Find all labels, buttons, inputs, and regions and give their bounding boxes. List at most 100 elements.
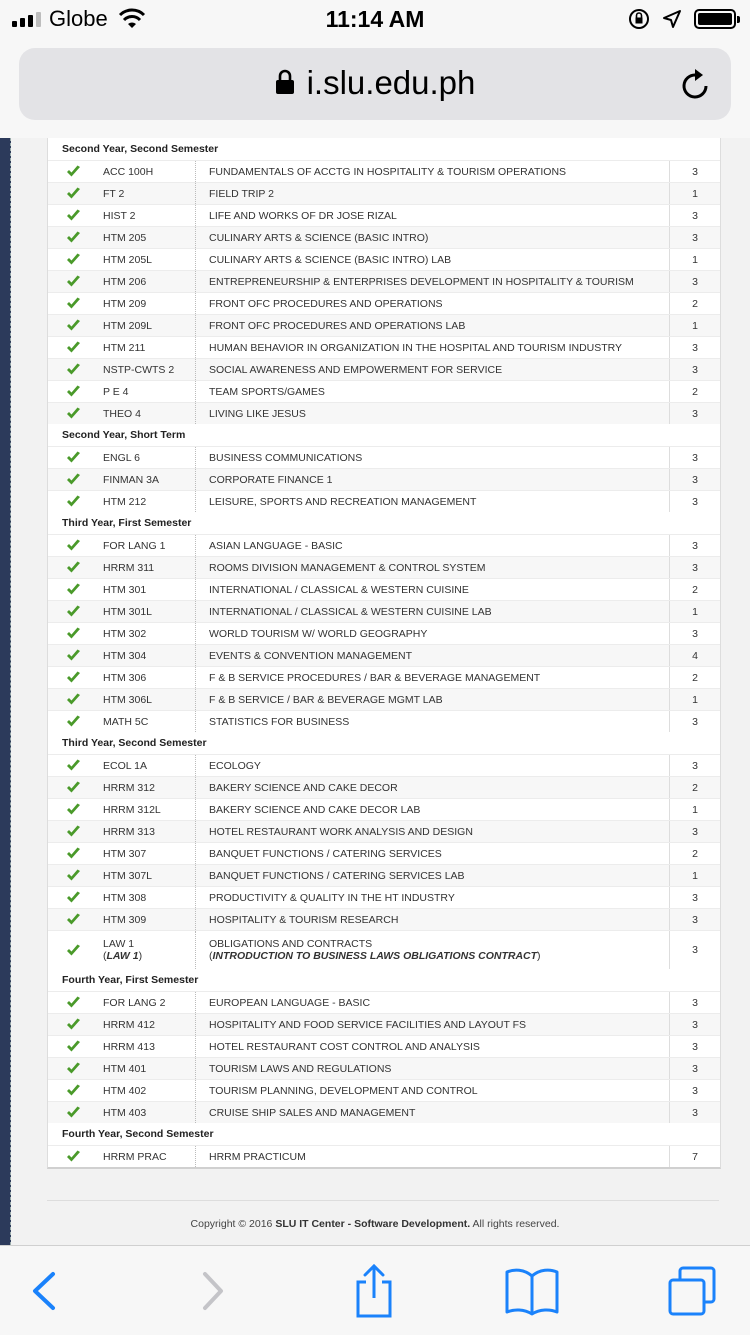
course-units: 3 xyxy=(669,337,720,358)
course-units: 3 xyxy=(669,1036,720,1057)
footer-prefix: Copyright © 2016 xyxy=(190,1218,276,1230)
passed-check-icon xyxy=(48,1084,98,1097)
course-units: 4 xyxy=(669,645,720,666)
course-code: HRRM 413 xyxy=(103,1040,155,1053)
forward-button[interactable] xyxy=(182,1266,242,1316)
course-units: 3 xyxy=(669,909,720,930)
course-units: 1 xyxy=(669,689,720,710)
course-row: NSTP-CWTS 2 SOCIAL AWARENESS AND EMPOWERM… xyxy=(48,358,720,380)
course-row: ENGL 6 BUSINESS COMMUNICATIONS 3 xyxy=(48,446,720,468)
location-icon xyxy=(663,10,681,28)
course-code: HTM 209 xyxy=(103,297,147,310)
semester-course-list: HRRM PRAC HRRM PRACTICUM 7 xyxy=(48,1145,720,1167)
course-units: 1 xyxy=(669,799,720,820)
course-code: HTM 309 xyxy=(103,913,147,926)
address-bar[interactable]: i.slu.edu.ph xyxy=(19,48,731,120)
course-description: EVENTS & CONVENTION MANAGEMENT xyxy=(209,649,413,662)
course-row: FT 2 FIELD TRIP 2 1 xyxy=(48,182,720,204)
course-code: LAW 1 xyxy=(103,938,135,950)
course-code: HRRM 412 xyxy=(103,1018,155,1031)
course-description: OBLIGATIONS AND CONTRACTS xyxy=(209,938,373,950)
course-code: HTM 302 xyxy=(103,627,147,640)
course-units: 7 xyxy=(669,1146,720,1167)
course-row: HTM 308 PRODUCTIVITY & QUALITY IN THE HT … xyxy=(48,886,720,908)
course-code: NSTP-CWTS 2 xyxy=(103,363,175,376)
course-units: 3 xyxy=(669,1014,720,1035)
course-description: CORPORATE FINANCE 1 xyxy=(209,473,333,486)
course-code: HTM 209L xyxy=(103,319,153,332)
course-row: HRRM 312L BAKERY SCIENCE AND CAKE DECOR L… xyxy=(48,798,720,820)
course-units: 3 xyxy=(669,755,720,776)
passed-check-icon xyxy=(48,825,98,838)
course-description: BAKERY SCIENCE AND CAKE DECOR LAB xyxy=(209,803,421,816)
course-row: HTM 209 FRONT OFC PROCEDURES AND OPERATIO… xyxy=(48,292,720,314)
share-icon xyxy=(356,1264,392,1318)
course-code: FINMAN 3A xyxy=(103,473,160,486)
passed-check-icon xyxy=(48,1106,98,1119)
course-description: FIELD TRIP 2 xyxy=(209,187,274,200)
course-row: HTM 301L INTERNATIONAL / CLASSICAL & WEST… xyxy=(48,600,720,622)
course-row: FOR LANG 1 ASIAN LANGUAGE - BASIC 3 xyxy=(48,534,720,556)
course-code: HTM 205 xyxy=(103,231,147,244)
course-code: HTM 306 xyxy=(103,671,147,684)
course-units: 2 xyxy=(669,579,720,600)
course-units: 3 xyxy=(669,931,720,969)
course-code: HTM 403 xyxy=(103,1106,147,1119)
passed-check-icon xyxy=(48,275,98,288)
course-description: ECOLOGY xyxy=(209,759,261,772)
course-description: BAKERY SCIENCE AND CAKE DECOR xyxy=(209,781,398,794)
course-units: 1 xyxy=(669,249,720,270)
course-code: HTM 307 xyxy=(103,847,147,860)
course-description: BUSINESS COMMUNICATIONS xyxy=(209,451,363,464)
passed-check-icon xyxy=(48,944,98,957)
course-description: TEAM SPORTS/GAMES xyxy=(209,385,325,398)
semester-course-list: ECOL 1A ECOLOGY 3 HRRM 312 BAKERY SCIENCE AN… xyxy=(48,754,720,969)
share-button[interactable] xyxy=(344,1264,404,1318)
course-units: 1 xyxy=(669,183,720,204)
bookmarks-button[interactable] xyxy=(502,1266,562,1316)
course-row: HTM 205 CULINARY ARTS & SCIENCE (BASIC IN… xyxy=(48,226,720,248)
course-code: FOR LANG 1 xyxy=(103,539,166,552)
tabs-button[interactable] xyxy=(662,1266,722,1316)
course-description-alt: (INTRODUCTION TO BUSINESS LAWS OBLIGATIO… xyxy=(209,950,541,962)
course-code: HTM 402 xyxy=(103,1084,147,1097)
forward-icon xyxy=(203,1272,223,1310)
course-units: 3 xyxy=(669,491,720,512)
back-button[interactable] xyxy=(14,1266,74,1316)
course-row: HTM 309 HOSPITALITY & TOURISM RESEARCH 3 xyxy=(48,908,720,930)
course-code: HTM 308 xyxy=(103,891,147,904)
course-row: HRRM 311 ROOMS DIVISION MANAGEMENT & CONT… xyxy=(48,556,720,578)
passed-check-icon xyxy=(48,209,98,222)
passed-check-icon xyxy=(48,671,98,684)
left-sidebar-edge xyxy=(0,138,11,1245)
course-code: HTM 212 xyxy=(103,495,147,508)
course-row: HTM 209L FRONT OFC PROCEDURES AND OPERATI… xyxy=(48,314,720,336)
passed-check-icon xyxy=(48,165,98,178)
course-row: FOR LANG 2 EUROPEAN LANGUAGE - BASIC 3 xyxy=(48,991,720,1013)
status-bar: Globe 11:14 AM xyxy=(0,0,750,40)
course-row: HTM 205L CULINARY ARTS & SCIENCE (BASIC I… xyxy=(48,248,720,270)
course-code: FOR LANG 2 xyxy=(103,996,166,1009)
passed-check-icon xyxy=(48,803,98,816)
footer-divider xyxy=(47,1200,719,1201)
passed-check-icon xyxy=(48,847,98,860)
semester-course-list: FOR LANG 1 ASIAN LANGUAGE - BASIC 3 HRRM 31… xyxy=(48,534,720,732)
course-units: 3 xyxy=(669,1080,720,1101)
course-units: 3 xyxy=(669,205,720,226)
course-description: BANQUET FUNCTIONS / CATERING SERVICES xyxy=(209,847,442,860)
tabs-icon xyxy=(668,1266,716,1316)
course-row: HTM 212 LEISURE, SPORTS AND RECREATION MA… xyxy=(48,490,720,512)
footer-suffix: All rights reserved. xyxy=(470,1218,560,1230)
course-description: LIFE AND WORKS OF DR JOSE RIZAL xyxy=(209,209,397,222)
footer-org[interactable]: SLU IT Center - Software Development. xyxy=(275,1218,470,1230)
course-units: 1 xyxy=(669,315,720,336)
browser-header: i.slu.edu.ph xyxy=(0,40,750,138)
passed-check-icon xyxy=(48,715,98,728)
course-units: 3 xyxy=(669,469,720,490)
reload-icon[interactable] xyxy=(679,66,713,102)
course-row: HRRM PRAC HRRM PRACTICUM 7 xyxy=(48,1145,720,1167)
url-text: i.slu.edu.ph xyxy=(306,64,476,101)
course-description: SOCIAL AWARENESS AND EMPOWERMENT FOR SER… xyxy=(209,363,503,376)
course-description: CRUISE SHIP SALES AND MANAGEMENT xyxy=(209,1106,416,1119)
course-description: TOURISM PLANNING, DEVELOPMENT AND CONTRO… xyxy=(209,1084,478,1097)
